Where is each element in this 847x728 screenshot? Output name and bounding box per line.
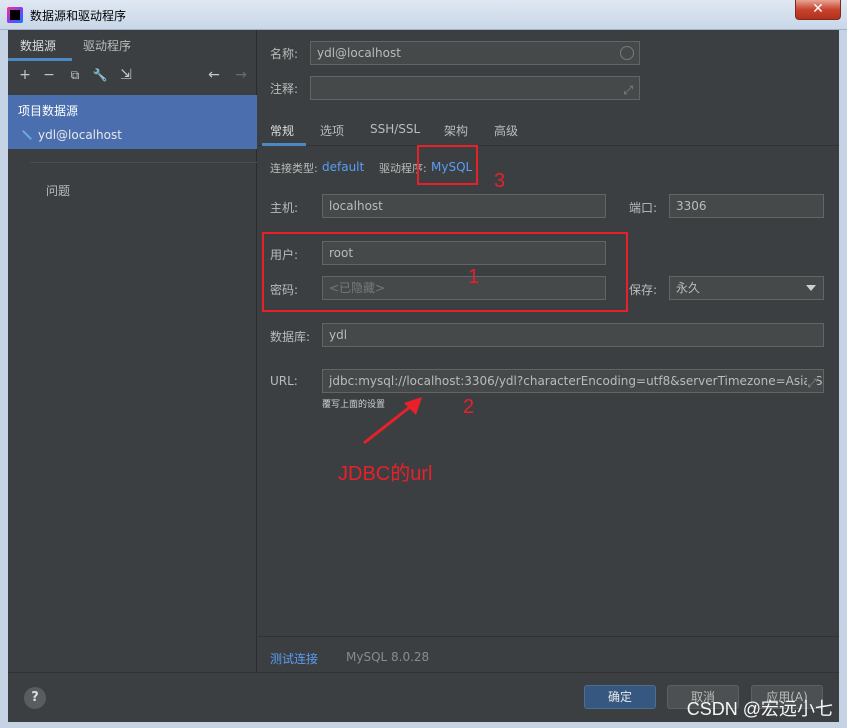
expand-icon[interactable]: ⤢ — [807, 372, 817, 392]
csdn-watermark: CSDN @宏远小七 — [686, 699, 833, 719]
annotation-number-1: 1 — [468, 266, 480, 288]
expand-icon[interactable]: ⤢ — [623, 79, 633, 99]
color-circle-icon[interactable] — [620, 46, 634, 60]
chevron-down-icon — [806, 285, 816, 291]
name-label: 名称: — [270, 47, 299, 61]
tab-drivers[interactable]: 驱动程序 — [83, 37, 131, 54]
name-value: ydl@localhost — [317, 46, 401, 60]
datasource-item[interactable]: ydl@localhost — [20, 128, 122, 142]
right-panel: 名称: ydl@localhost 注释: ⤢ 常规 选项 SSH/SSL 架构… — [258, 30, 839, 672]
ok-button[interactable]: 确定 — [584, 685, 656, 709]
annotation-arrow — [363, 397, 422, 445]
comment-field[interactable]: ⤢ — [310, 76, 640, 100]
add-icon[interactable]: + — [16, 66, 34, 84]
group-label: 项目数据源 — [18, 104, 79, 118]
wrench-icon[interactable]: 🔧 — [91, 66, 109, 84]
driver-version: MySQL 8.0.28 — [346, 650, 430, 664]
port-label: 端口: — [629, 201, 658, 215]
window-frame-bottom — [0, 722, 847, 728]
import-icon[interactable]: ⇲ — [117, 66, 135, 84]
duplicate-icon[interactable]: ⧉ — [66, 66, 84, 84]
help-button[interactable]: ? — [24, 687, 46, 709]
left-tabs: 数据源 驱动程序 — [8, 30, 257, 61]
close-window-button[interactable]: ✕ — [795, 0, 841, 20]
active-tab-indicator — [8, 58, 72, 61]
left-toolbar: + − ⧉ 🔧 ⇲ ← → — [8, 64, 257, 88]
database-label: 数据库: — [270, 330, 311, 344]
project-datasources-group[interactable]: 项目数据源 ydl@localhost — [8, 95, 257, 149]
tab-general[interactable]: 常规 — [270, 122, 294, 139]
active-settings-tab-indicator — [262, 143, 306, 146]
window-title: 数据源和驱动程序 — [30, 9, 127, 23]
port-field[interactable]: 3306 — [669, 194, 824, 218]
title-bar: 数据源和驱动程序 ✕ — [0, 0, 847, 30]
url-field[interactable]: jdbc:mysql://localhost:3306/ydl?characte… — [322, 369, 824, 393]
host-label: 主机: — [270, 201, 299, 215]
url-value: jdbc:mysql://localhost:3306/ydl?characte… — [329, 374, 824, 388]
window-frame-right — [839, 30, 847, 728]
save-label: 保存: — [629, 283, 658, 297]
back-arrow-icon[interactable]: ← — [205, 66, 223, 84]
database-field[interactable]: ydl — [322, 323, 824, 347]
left-divider — [30, 162, 257, 163]
annotation-box-driver — [417, 145, 478, 185]
save-select[interactable]: 永久 — [669, 276, 824, 300]
problems-item[interactable]: 问题 — [46, 182, 70, 199]
forward-arrow-icon[interactable]: → — [232, 66, 250, 84]
annotation-jdbc-url-text: JDBC的url — [338, 463, 433, 485]
mysql-datasource-icon — [20, 129, 32, 141]
tab-ssh-ssl[interactable]: SSH/SSL — [370, 122, 420, 136]
connection-test-row: 测试连接 MySQL 8.0.28 — [258, 636, 839, 672]
connection-type-link[interactable]: default — [322, 160, 364, 174]
connection-type-label: 连接类型: — [270, 162, 318, 175]
save-value: 永久 — [676, 281, 701, 295]
tab-options[interactable]: 选项 — [320, 122, 344, 139]
left-panel: 数据源 驱动程序 + − ⧉ 🔧 ⇲ ← → 项目数据源 ydl@localho… — [8, 30, 257, 672]
intellij-app-icon — [7, 7, 23, 23]
remove-icon[interactable]: − — [40, 66, 58, 84]
annotation-box-credentials — [262, 232, 628, 312]
tab-schemas[interactable]: 架构 — [444, 122, 468, 139]
annotation-number-2: 2 — [463, 396, 475, 418]
url-label: URL: — [270, 374, 298, 388]
settings-tabs: 常规 选项 SSH/SSL 架构 高级 — [258, 118, 839, 146]
name-field[interactable]: ydl@localhost — [310, 41, 640, 65]
test-connection-link[interactable]: 测试连接 — [270, 650, 318, 667]
annotation-number-3: 3 — [494, 170, 506, 192]
comment-label: 注释: — [270, 82, 299, 96]
window-frame-left — [0, 30, 8, 728]
tab-data-sources[interactable]: 数据源 — [20, 37, 56, 54]
datasource-label: ydl@localhost — [38, 128, 122, 142]
tab-advanced[interactable]: 高级 — [494, 122, 518, 139]
host-field[interactable]: localhost — [322, 194, 606, 218]
